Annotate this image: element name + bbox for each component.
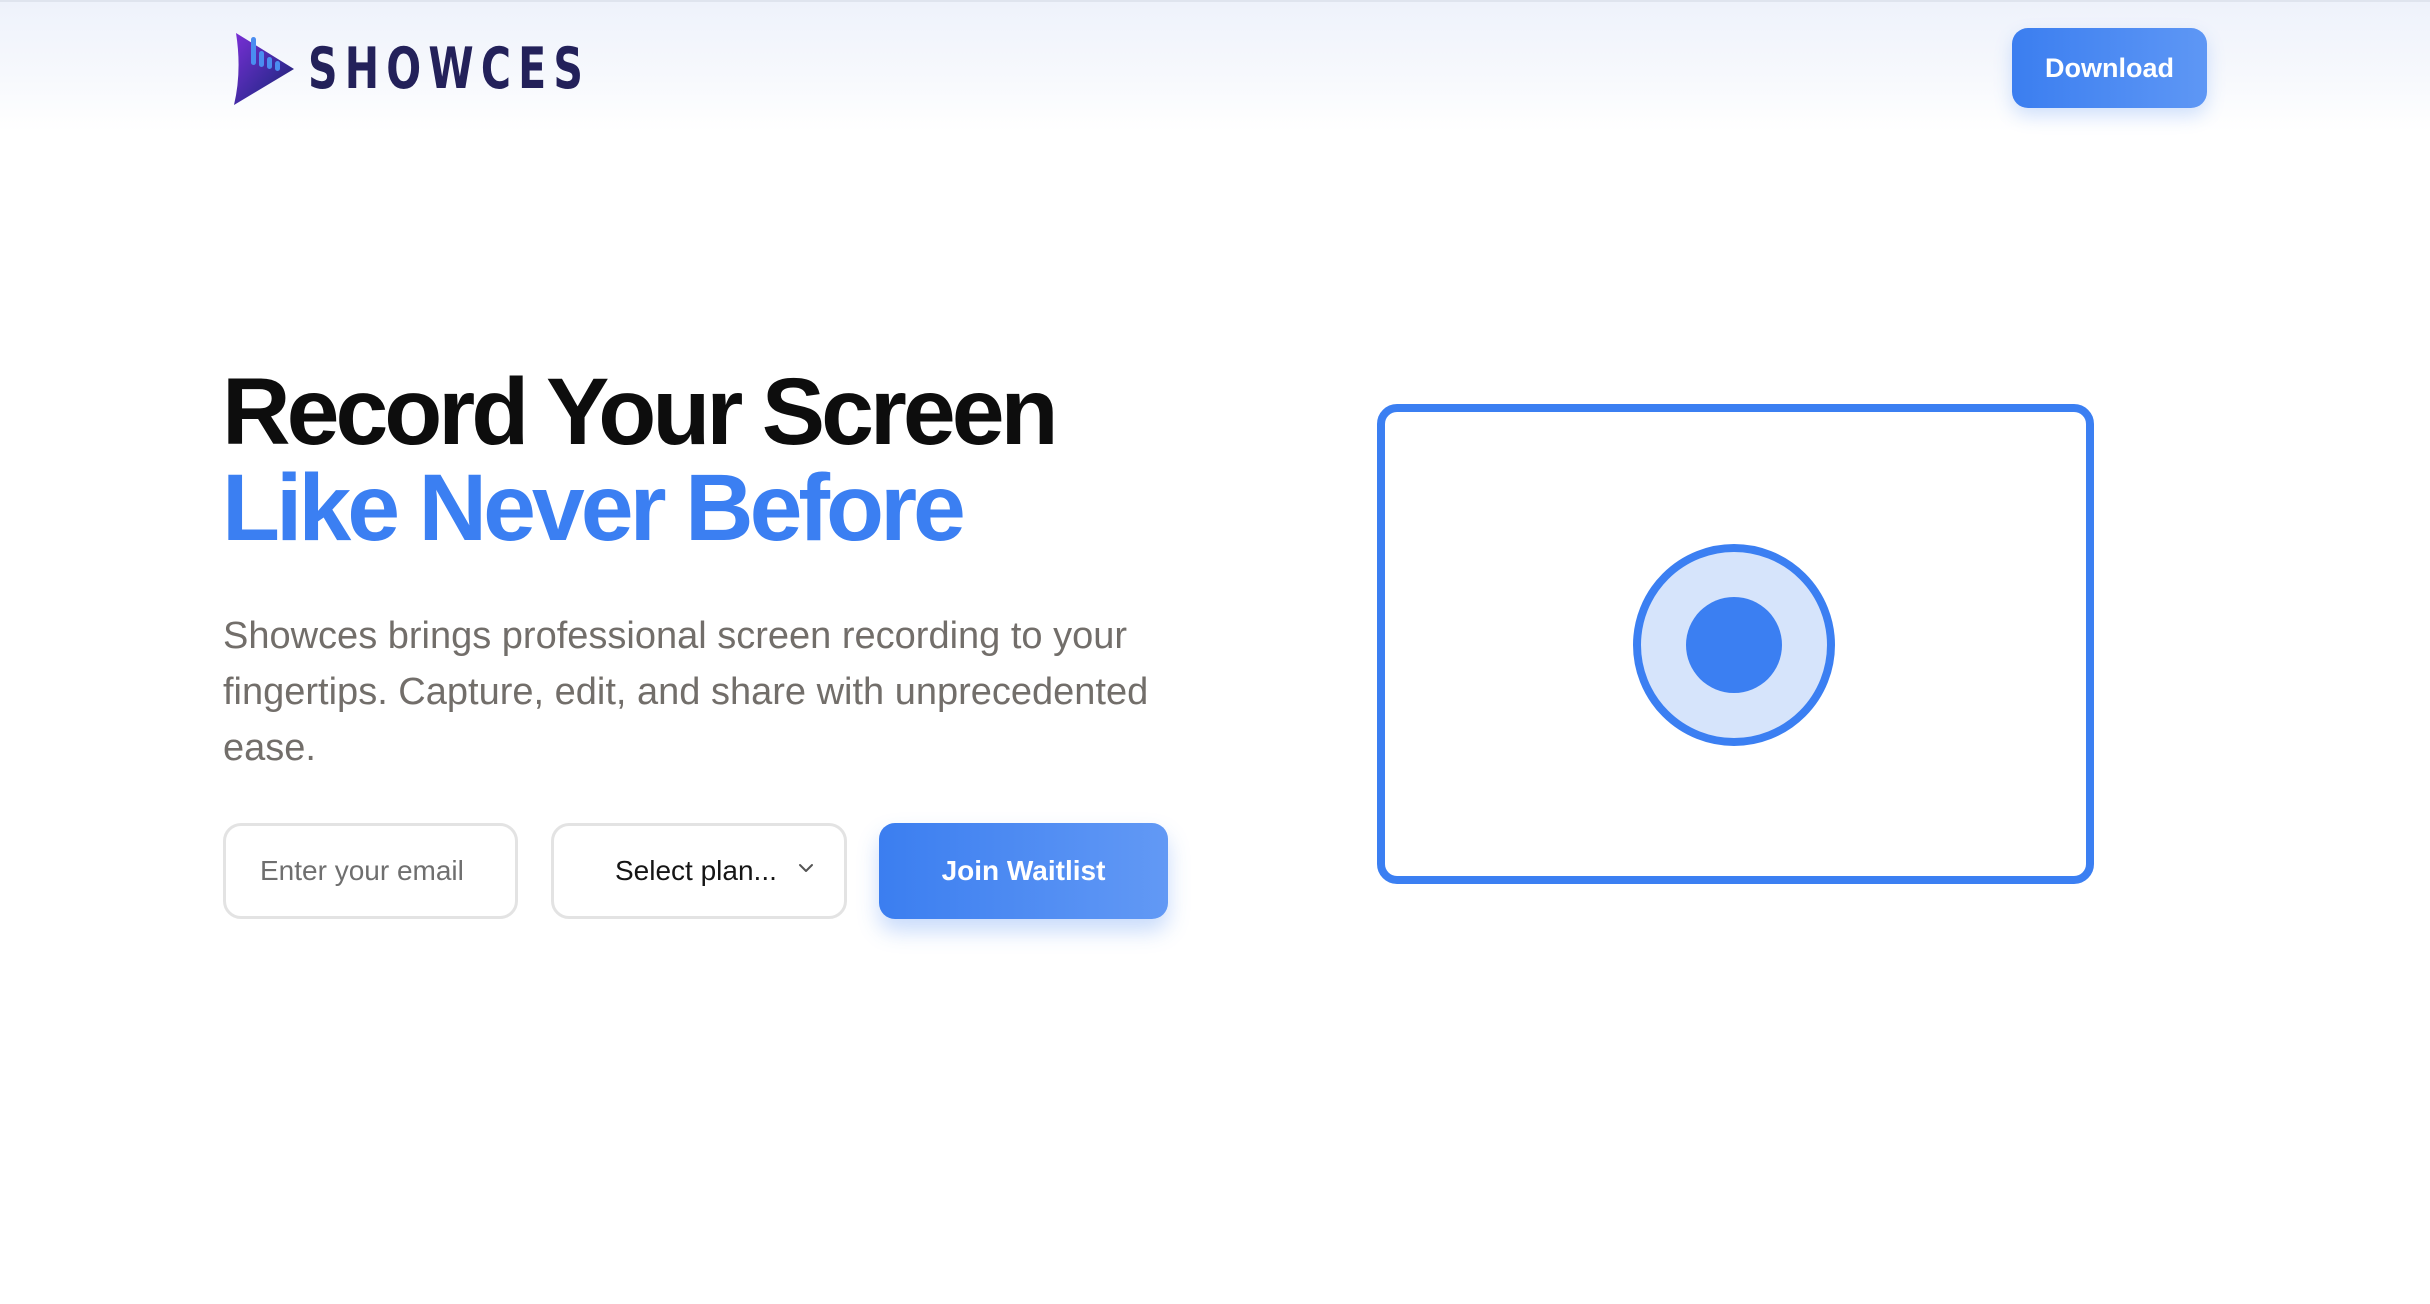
plan-select-value: Select plan...: [615, 855, 777, 886]
hero-title: Record Your Screen Like Never Before: [222, 359, 1059, 561]
site-header: SHOWCES Download: [0, 0, 2430, 132]
play-bars-logo-icon: [234, 33, 294, 105]
brand-name: SHOWCES: [308, 35, 591, 102]
hero-description: Showces brings professional screen recor…: [223, 615, 1149, 769]
plan-select[interactable]: Select plan...: [551, 823, 847, 919]
record-icon: [1633, 544, 1835, 746]
email-field[interactable]: [223, 823, 518, 919]
download-button[interactable]: Download: [2012, 28, 2207, 108]
hero-title-line1: Record Your Screen: [222, 359, 1059, 465]
chevron-down-icon: [799, 864, 813, 872]
brand-logo[interactable]: SHOWCES: [230, 30, 700, 108]
join-waitlist-button[interactable]: Join Waitlist: [879, 823, 1168, 919]
hero-title-line2: Like Never Before: [222, 455, 966, 561]
landing-page: SHOWCES Download Record Your Screen Like…: [0, 0, 2430, 1304]
